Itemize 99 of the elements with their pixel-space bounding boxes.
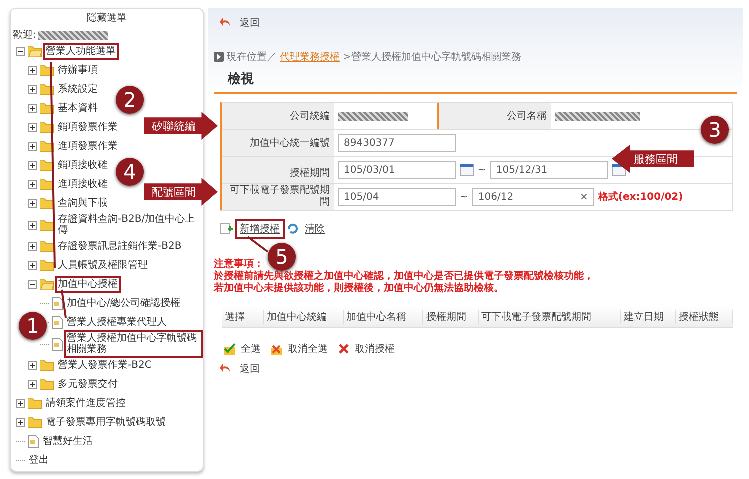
- breadcrumb-label: 現在位置／: [227, 50, 277, 64]
- refresh-icon[interactable]: [287, 223, 299, 235]
- expand-icon[interactable]: [28, 104, 37, 113]
- expand-icon[interactable]: [28, 220, 37, 230]
- input-field[interactable]: 89430377: [338, 134, 456, 152]
- expand-icon[interactable]: [28, 142, 37, 151]
- breadcrumb-current: >營業人授權加值中心字軌號碼相關業務: [343, 50, 522, 64]
- menu-item[interactable]: 智慧好生活: [42, 435, 94, 448]
- date-field[interactable]: 105/12/31: [490, 161, 608, 179]
- document-icon: [28, 435, 39, 448]
- action-link[interactable]: 取消全選: [288, 342, 328, 356]
- folder-icon: [40, 220, 54, 230]
- expand-icon[interactable]: [28, 85, 37, 94]
- menu-item[interactable]: 營業人授權加值中心字軌號碼相關業務: [66, 332, 201, 356]
- view-tab[interactable]: 檢視: [228, 72, 254, 87]
- checkmark-icon[interactable]: [224, 343, 236, 355]
- field-label: 授權期間: [222, 157, 334, 183]
- folder-icon: [40, 360, 54, 371]
- menu-item[interactable]: 電子發票專用字軌號碼取號: [45, 416, 167, 429]
- field-label: 加值中心統一編號: [222, 130, 334, 156]
- expand-icon[interactable]: [28, 261, 37, 270]
- expand-icon[interactable]: [28, 161, 37, 170]
- menu-item[interactable]: 存證發票訊息註銷作業-B2B: [57, 240, 183, 253]
- menu-item[interactable]: 查詢與下載: [57, 197, 109, 210]
- input-field[interactable]: 105/04: [338, 188, 456, 206]
- location-icon: [214, 52, 224, 62]
- column-header: 加值中心統編: [264, 310, 344, 324]
- redacted-company-id: [338, 112, 408, 120]
- calendar-icon[interactable]: [612, 164, 626, 176]
- expand-icon[interactable]: [28, 180, 37, 189]
- column-header: 授權期間: [423, 310, 479, 324]
- menu-item[interactable]: 加值中心/總公司確認授權: [66, 297, 182, 310]
- menu-item[interactable]: 進項發票作業: [57, 140, 119, 153]
- cross-icon[interactable]: [271, 343, 283, 355]
- action-link[interactable]: 新增授權: [237, 221, 283, 237]
- leader-line: [61, 290, 67, 318]
- field-label: 公司統編: [222, 103, 334, 129]
- menu-item[interactable]: 基本資料: [57, 102, 99, 115]
- expand-icon[interactable]: [16, 418, 25, 427]
- document-icon: [52, 316, 63, 329]
- date-field[interactable]: 105/03/01: [338, 161, 456, 179]
- action-link[interactable]: 取消授權: [355, 342, 395, 356]
- collapse-icon[interactable]: [16, 47, 25, 56]
- column-header: 選擇: [222, 310, 264, 324]
- menu-item[interactable]: 請領案件進度管控: [45, 397, 127, 410]
- folder-icon: [40, 241, 54, 252]
- menu-item[interactable]: 加值中心授權: [57, 278, 119, 291]
- expand-icon[interactable]: [28, 66, 37, 75]
- document-icon: [52, 297, 63, 310]
- column-header: 加值中心名稱: [344, 310, 424, 324]
- folder-icon: [40, 379, 54, 390]
- welcome-text: 歡迎:: [13, 28, 36, 42]
- expand-icon[interactable]: [28, 199, 37, 208]
- calendar-icon[interactable]: [460, 164, 474, 176]
- folder-icon: [40, 260, 54, 271]
- menu-item[interactable]: 進項接收確: [57, 178, 109, 191]
- expand-icon[interactable]: [28, 242, 37, 251]
- collapse-icon[interactable]: [28, 280, 37, 289]
- menu-item[interactable]: 存證資料查詢-B2B/加值中心上傳: [57, 213, 201, 237]
- menu-item[interactable]: 銷項接收確: [57, 159, 109, 172]
- cross-icon[interactable]: [338, 343, 350, 355]
- menu-item[interactable]: 銷項發票作業: [57, 121, 119, 134]
- menu-item[interactable]: 人員帳號及權限管理: [57, 259, 149, 272]
- folder-icon: [40, 198, 54, 209]
- expand-icon[interactable]: [28, 380, 37, 389]
- input-field[interactable]: 106/12: [478, 192, 514, 202]
- menu-item[interactable]: 待辦事項: [57, 64, 99, 77]
- range-separator: ~: [478, 164, 486, 176]
- menu-item[interactable]: 營業人功能選單: [45, 45, 117, 58]
- folder-icon: [40, 279, 54, 290]
- menu-item[interactable]: 登出: [28, 454, 50, 467]
- folder-icon: [40, 179, 54, 190]
- back-link[interactable]: 返回: [240, 16, 260, 30]
- menu-item[interactable]: 多元發票交付: [57, 378, 119, 391]
- menu-item[interactable]: 營業人發票作業-B2C: [57, 359, 153, 372]
- expand-icon[interactable]: [16, 399, 25, 408]
- expand-icon[interactable]: [28, 361, 37, 370]
- format-hint: 格式(ex:100/02): [598, 190, 684, 204]
- action-link[interactable]: 清除: [302, 221, 328, 237]
- menu-item[interactable]: 系統設定: [57, 83, 99, 96]
- column-header: 建立日期: [620, 310, 676, 324]
- field-label: 公司名稱: [439, 103, 551, 129]
- action-link[interactable]: 全選: [241, 342, 261, 356]
- document-icon: [52, 338, 63, 350]
- add-document-icon[interactable]: [220, 223, 234, 235]
- folder-icon: [28, 46, 42, 57]
- redacted-user-name: [38, 30, 108, 40]
- leader-line: [247, 236, 269, 253]
- column-header: 可下載電子發票配號期間: [478, 310, 621, 324]
- back-link[interactable]: 返回: [240, 362, 260, 376]
- folder-icon: [28, 417, 42, 428]
- expand-icon[interactable]: [28, 123, 37, 132]
- folder-icon: [28, 398, 42, 409]
- field-label: 可下載電子發票配號期間: [222, 184, 334, 210]
- sidebar-title[interactable]: 隱藏選單: [13, 11, 201, 25]
- range-separator: ~: [460, 192, 468, 202]
- clear-icon[interactable]: ×: [580, 192, 588, 202]
- menu-item[interactable]: 營業人授權專業代理人: [66, 316, 168, 329]
- column-header: 授權狀態: [676, 310, 733, 324]
